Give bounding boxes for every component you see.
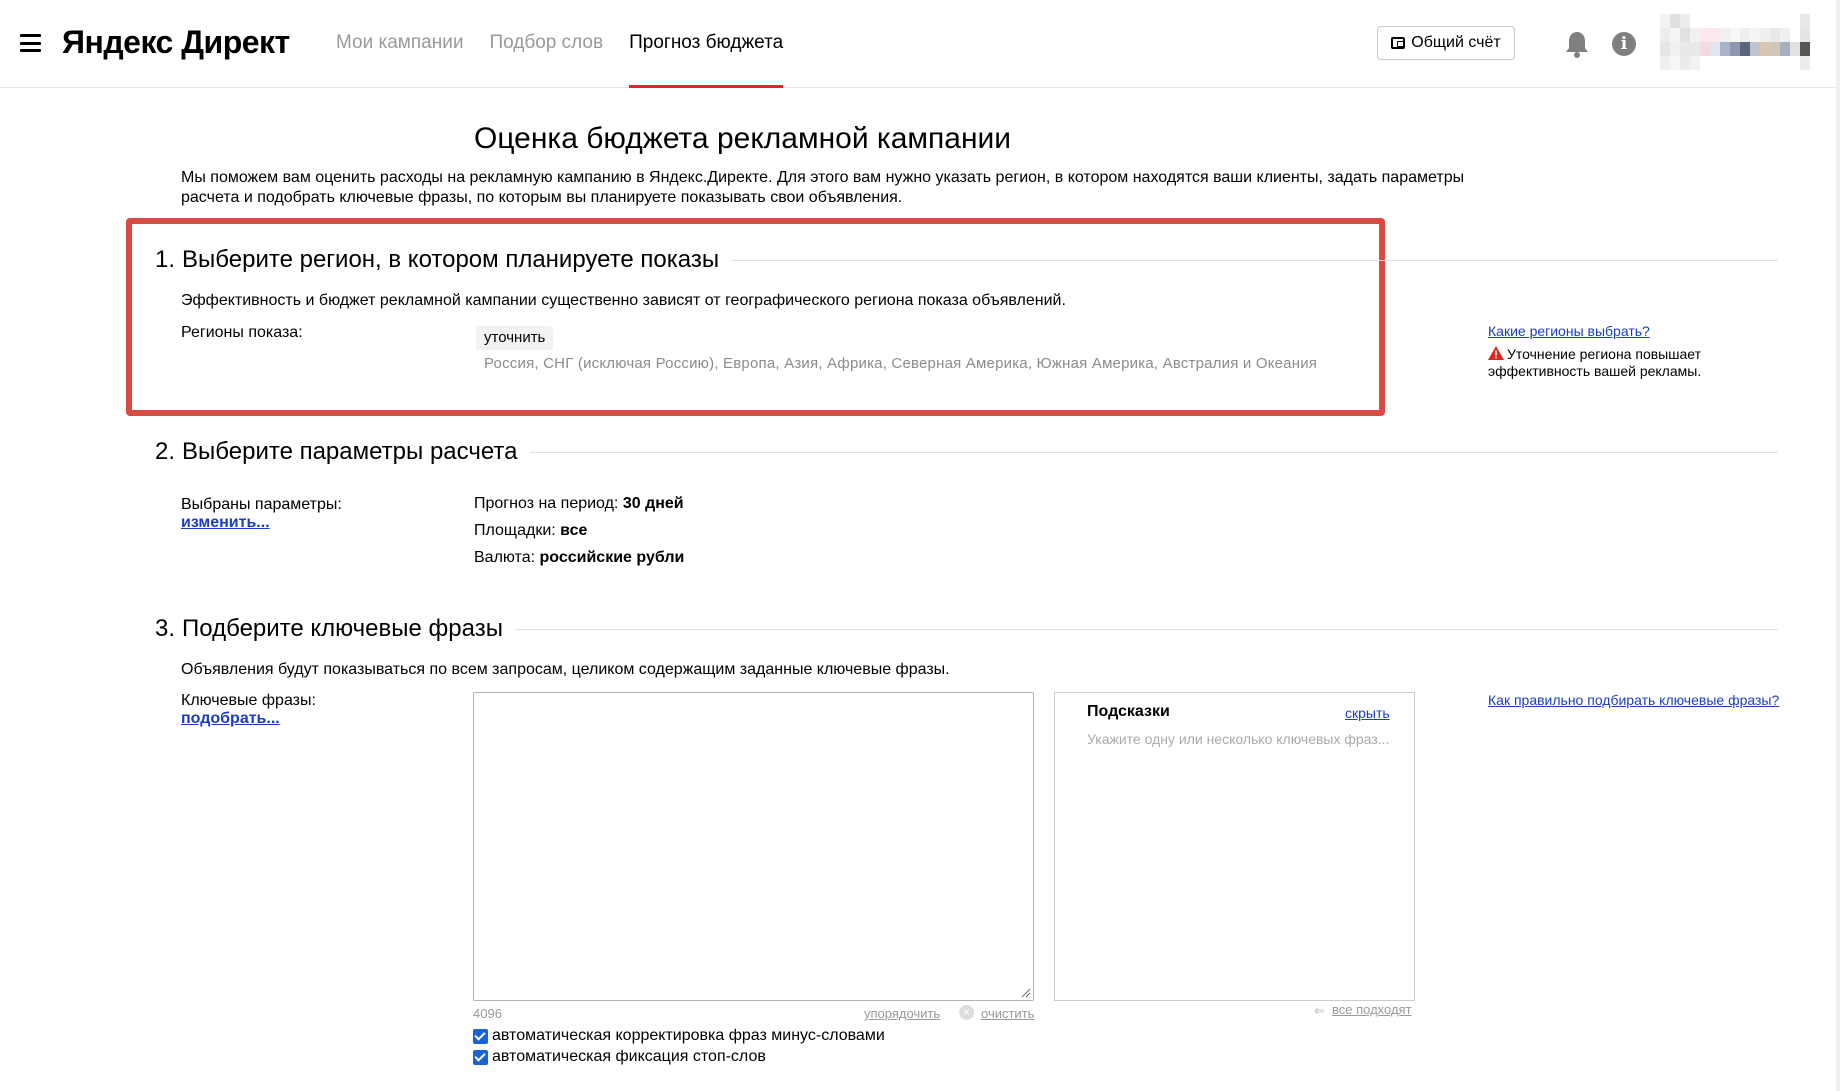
checkbox-checked-icon[interactable]	[473, 1049, 488, 1065]
section-title: Выберите регион, в котором планируете по…	[182, 246, 720, 273]
section-params-heading: 2. Выберите параметры расчета	[155, 438, 1778, 466]
param-value: российские рубли	[539, 549, 685, 566]
auto-stop-words-checkbox[interactable]: автоматическая фиксация стоп-слов	[473, 1048, 766, 1066]
pick-phrases-link[interactable]: подобрать...	[181, 710, 280, 728]
info-icon[interactable]: i	[1612, 32, 1636, 56]
arrow-left-icon: ⇐	[1314, 1003, 1325, 1018]
keywords-textarea[interactable]	[473, 692, 1034, 1001]
region-description: Эффективность и бюджет рекламной кампани…	[181, 292, 1066, 309]
menu-icon[interactable]	[20, 34, 41, 52]
param-period: Прогноз на период: 30 дней	[474, 495, 684, 513]
how-to-pick-keywords-link[interactable]: Как правильно подбирать ключевые фразы?	[1488, 692, 1779, 708]
auto-minus-words-checkbox[interactable]: автоматическая корректировка фраз минус-…	[473, 1027, 885, 1045]
char-counter: 4096	[473, 1006, 502, 1021]
refine-region-button[interactable]: уточнить	[476, 326, 554, 350]
section-title: Подберите ключевые фразы	[182, 615, 503, 642]
clear-link[interactable]: очистить	[981, 1006, 1034, 1021]
main-nav: Мои кампании Подбор слов Прогноз бюджета	[336, 0, 809, 88]
divider	[514, 628, 1778, 630]
section-region-heading: 1. Выберите регион, в котором планируете…	[155, 246, 1778, 274]
param-platforms: Площадки: все	[474, 522, 587, 540]
divider	[529, 451, 1778, 453]
logo[interactable]: Яндекс Директ	[62, 24, 290, 61]
bell-icon[interactable]	[1564, 30, 1590, 58]
regions-list: Россия, СНГ (исключая Россию), Европа, А…	[484, 355, 1318, 372]
section-title: Выберите параметры расчета	[182, 438, 518, 465]
param-currency: Валюта: российские рубли	[474, 549, 684, 567]
all-fit-link[interactable]: все подходят	[1332, 1002, 1412, 1017]
hints-hide-link[interactable]: скрыть	[1345, 705, 1390, 721]
shared-account-label: Общий счёт	[1411, 34, 1501, 51]
param-label: Валюта:	[474, 549, 536, 566]
page-intro: Мы поможем вам оценить расходы на реклам…	[181, 169, 1465, 206]
keywords-description: Объявления будут показываться по всем за…	[181, 661, 950, 678]
clear-icon[interactable]: ×	[959, 1005, 974, 1020]
which-regions-link[interactable]: Какие регионы выбрать?	[1488, 323, 1650, 339]
wallet-icon	[1391, 37, 1406, 49]
section-number: 3.	[155, 615, 176, 642]
resize-handle[interactable]	[1021, 988, 1031, 998]
hints-title: Подсказки	[1087, 703, 1170, 720]
divider	[731, 259, 1778, 261]
sort-link[interactable]: упорядочить	[864, 1006, 940, 1021]
change-params-link[interactable]: изменить...	[181, 514, 270, 532]
avatar[interactable]	[1660, 14, 1820, 70]
section-number: 1.	[155, 246, 176, 273]
region-warning: Уточнение региона повышает эффективность…	[1488, 346, 1728, 380]
param-label: Площадки:	[474, 522, 556, 539]
section-keywords-heading: 3. Подберите ключевые фразы	[155, 615, 1778, 643]
page-scrollbar[interactable]	[1836, 0, 1840, 1091]
hints-panel: Подсказки скрыть Укажите одну или нескол…	[1054, 692, 1415, 1001]
section-number: 2.	[155, 438, 176, 465]
shared-account-button[interactable]: Общий счёт	[1377, 26, 1515, 60]
checkbox-label: автоматическая фиксация стоп-слов	[492, 1048, 766, 1065]
hints-placeholder: Укажите одну или несколько ключевых фраз…	[1087, 731, 1390, 747]
param-label: Прогноз на период:	[474, 495, 619, 512]
nav-budget-forecast[interactable]: Прогноз бюджета	[629, 0, 784, 88]
nav-word-selection[interactable]: Подбор слов	[489, 0, 603, 88]
nav-my-campaigns[interactable]: Мои кампании	[336, 0, 463, 88]
regions-label: Регионы показа:	[181, 324, 303, 341]
warning-icon	[1488, 346, 1504, 360]
param-value: все	[560, 522, 588, 539]
checkbox-label: автоматическая корректировка фраз минус-…	[492, 1027, 885, 1044]
selected-params-label: Выбраны параметры:	[181, 496, 342, 513]
top-header: Яндекс Директ Мои кампании Подбор слов П…	[0, 0, 1840, 88]
param-value: 30 дней	[622, 495, 684, 512]
phrases-label: Ключевые фразы:	[181, 692, 316, 709]
page-title: Оценка бюджета рекламной кампании	[474, 122, 1012, 155]
warning-text: Уточнение региона повышает эффективность…	[1488, 346, 1702, 379]
checkbox-checked-icon[interactable]	[473, 1028, 488, 1044]
